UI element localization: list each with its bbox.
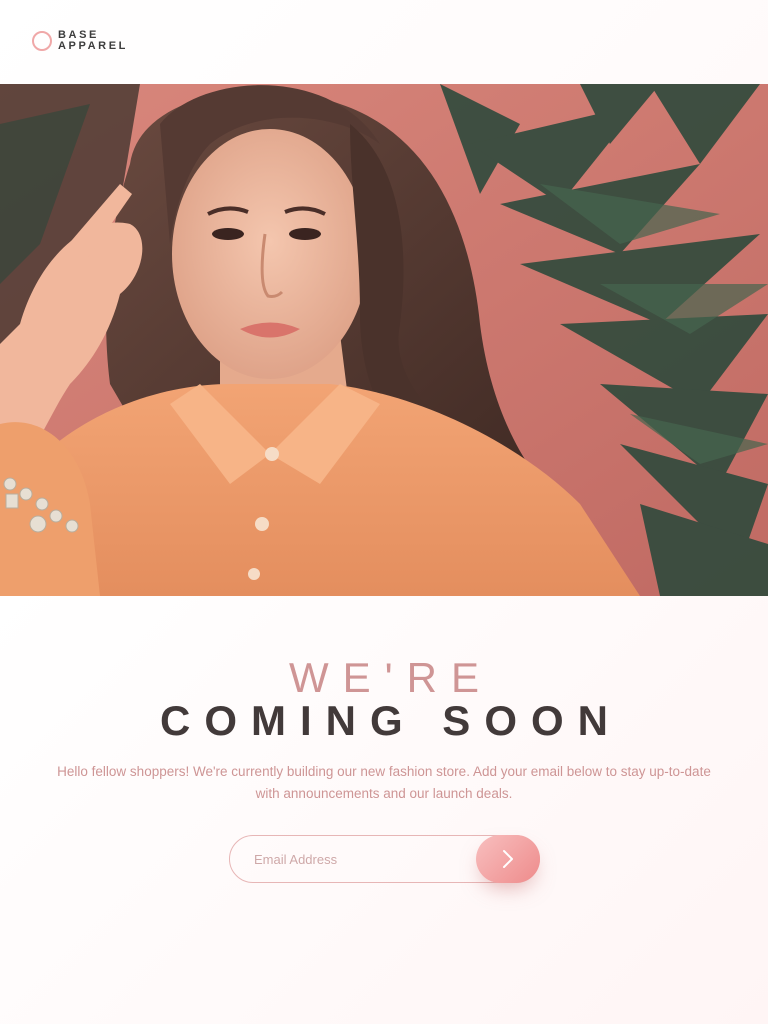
logo-line-2: APPAREL — [58, 40, 128, 52]
description: Hello fellow shoppers! We're currently b… — [57, 764, 711, 801]
headline-dark: COMING SOON — [159, 697, 622, 744]
arrow-right-icon — [502, 849, 514, 869]
logo-wordmark: BASE APPAREL — [58, 30, 128, 52]
logo[interactable]: BASE APPAREL — [32, 30, 128, 52]
submit-button[interactable] — [476, 835, 540, 883]
signup-form — [229, 835, 540, 883]
main-content: WE'RE COMING SOON Hello fellow shoppers!… — [0, 596, 768, 1024]
hero-image — [0, 84, 768, 596]
site-header: BASE APPAREL — [0, 0, 768, 84]
logo-circle-icon — [32, 31, 52, 51]
headline-light: WE'RE — [288, 654, 494, 701]
